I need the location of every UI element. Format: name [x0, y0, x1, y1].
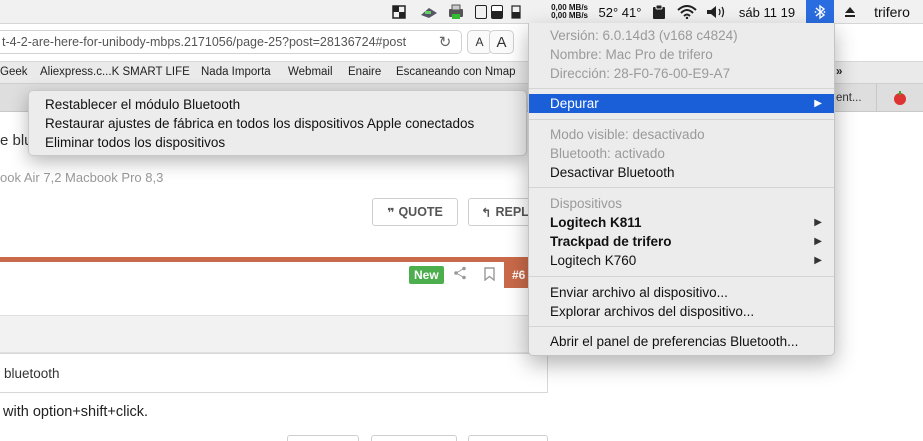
- submenu-item-factory-reset[interactable]: Restaurar ajustes de fábrica en todos lo…: [29, 114, 526, 133]
- menu-separator: [529, 187, 834, 188]
- net-down: 0,00 MB/s: [551, 11, 588, 20]
- reply-label: REPL: [495, 205, 529, 219]
- window-icon[interactable]: [390, 0, 408, 24]
- wifi-icon[interactable]: [676, 0, 698, 24]
- bookmark-item[interactable]: Aliexpress.c...K SMART LIFE: [40, 66, 190, 78]
- cpu-icon[interactable]: [475, 0, 487, 24]
- new-badge: New: [409, 266, 444, 284]
- bookmark-item[interactable]: Webmail: [288, 66, 333, 78]
- share-icon[interactable]: [454, 266, 466, 283]
- bt-device-k811[interactable]: Logitech K811 ▶: [529, 213, 834, 232]
- bookmark-item[interactable]: Geek: [0, 66, 28, 78]
- url-bar[interactable]: t-4-2-are-here-for-unibody-mbps.2171056/…: [0, 30, 462, 54]
- bluetooth-menu: Versión: 6.0.14d3 (v168 c4824) Nombre: M…: [528, 23, 835, 356]
- apple-icon: [894, 91, 906, 105]
- submenu-arrow-icon: ▶: [814, 217, 822, 228]
- post-header-band: [0, 315, 548, 353]
- submenu-item-reset-module[interactable]: Restablecer el módulo Bluetooth: [29, 95, 526, 114]
- quote-text: bluetooth: [4, 366, 60, 381]
- bt-browse-files-item[interactable]: Explorar archivos del dispositivo...: [529, 302, 834, 321]
- clipboard-icon[interactable]: [650, 0, 668, 24]
- device-label: Logitech K811: [550, 215, 642, 230]
- bluetooth-icon[interactable]: [806, 0, 834, 24]
- bt-debug-item[interactable]: Depurar ▶: [529, 94, 834, 113]
- footer-button[interactable]: [468, 435, 548, 441]
- bookmark-item[interactable]: Escaneando con Nmap: [396, 66, 516, 78]
- bt-version: Versión: 6.0.14d3 (v168 c4824): [550, 28, 738, 43]
- url-text: t-4-2-are-here-for-unibody-mbps.2171056/…: [2, 35, 407, 49]
- bt-devices-header: Dispositivos: [550, 196, 623, 211]
- bt-disable-item[interactable]: Desactivar Bluetooth: [529, 163, 834, 182]
- menu-separator: [529, 88, 834, 89]
- bt-address: Dirección: 28-F0-76-00-E9-A7: [550, 66, 731, 81]
- tab-fragment[interactable]: ent...: [836, 84, 876, 112]
- memory-small-icon: [510, 0, 522, 24]
- printer-icon[interactable]: [446, 0, 466, 24]
- memory-icon[interactable]: [491, 0, 503, 24]
- bookmark-icon[interactable]: [484, 267, 495, 286]
- bookmark-item[interactable]: Nada Importa: [201, 66, 271, 78]
- submenu-arrow-icon: ▶: [814, 255, 822, 266]
- reload-icon[interactable]: ↻: [436, 31, 454, 53]
- post-body-text: with option+shift+click.: [3, 404, 149, 420]
- submenu-arrow-icon: ▶: [814, 98, 822, 109]
- submenu-arrow-icon: ▶: [814, 236, 822, 247]
- tab-favicon[interactable]: [876, 84, 923, 112]
- eject-icon[interactable]: [840, 0, 860, 24]
- signature-fragment: ook Air 7,2 Macbook Pro 8,3: [0, 170, 164, 185]
- footer-button[interactable]: [287, 435, 359, 441]
- quote-button[interactable]: ❞ QUOTE: [372, 198, 458, 226]
- menu-separator: [529, 119, 834, 120]
- bt-name: Nombre: Mac Pro de trifero: [550, 47, 713, 62]
- quote-box: bluetooth: [0, 353, 548, 393]
- temperature[interactable]: 52° 41°: [592, 0, 648, 24]
- menu-separator: [529, 326, 834, 327]
- bt-device-k760[interactable]: Logitech K760 ▶: [529, 251, 834, 270]
- debug-submenu: Restablecer el módulo Bluetooth Restaura…: [28, 90, 527, 156]
- user-name[interactable]: trifero: [864, 0, 920, 24]
- footer-button[interactable]: [371, 435, 457, 441]
- post-divider: [0, 257, 548, 262]
- bt-device-trackpad[interactable]: Trackpad de trifero ▶: [529, 232, 834, 251]
- bt-open-prefs-item[interactable]: Abrir el panel de preferencias Bluetooth…: [529, 332, 834, 351]
- clock[interactable]: sáb 11 19: [734, 0, 800, 24]
- device-label: Logitech K760: [550, 253, 637, 268]
- font-larger-button[interactable]: A: [489, 30, 514, 54]
- bt-status: Bluetooth: activado: [550, 146, 665, 161]
- bt-visible-mode: Modo visible: desactivado: [550, 127, 705, 142]
- quote-label: QUOTE: [398, 205, 443, 219]
- bookmarks-overflow[interactable]: »: [836, 66, 842, 78]
- device-label: Trackpad de trifero: [550, 234, 672, 249]
- volume-icon[interactable]: [705, 0, 729, 24]
- reply-icon: ↰: [481, 205, 492, 220]
- submenu-item-remove-devices[interactable]: Eliminar todos los dispositivos: [29, 133, 526, 152]
- bookmark-item[interactable]: Enaire: [348, 66, 381, 78]
- menu-separator: [529, 276, 834, 277]
- bt-send-file-item[interactable]: Enviar archivo al dispositivo...: [529, 283, 834, 302]
- network-speed[interactable]: 0,00 MB/s 0,00 MB/s: [536, 0, 588, 24]
- bt-debug-label: Depurar: [550, 96, 599, 111]
- drive-icon[interactable]: [418, 0, 440, 24]
- menu-bar: 0,00 MB/s 0,00 MB/s 52° 41° sáb 11 19 tr…: [0, 0, 923, 24]
- quote-icon: ❞: [387, 205, 395, 220]
